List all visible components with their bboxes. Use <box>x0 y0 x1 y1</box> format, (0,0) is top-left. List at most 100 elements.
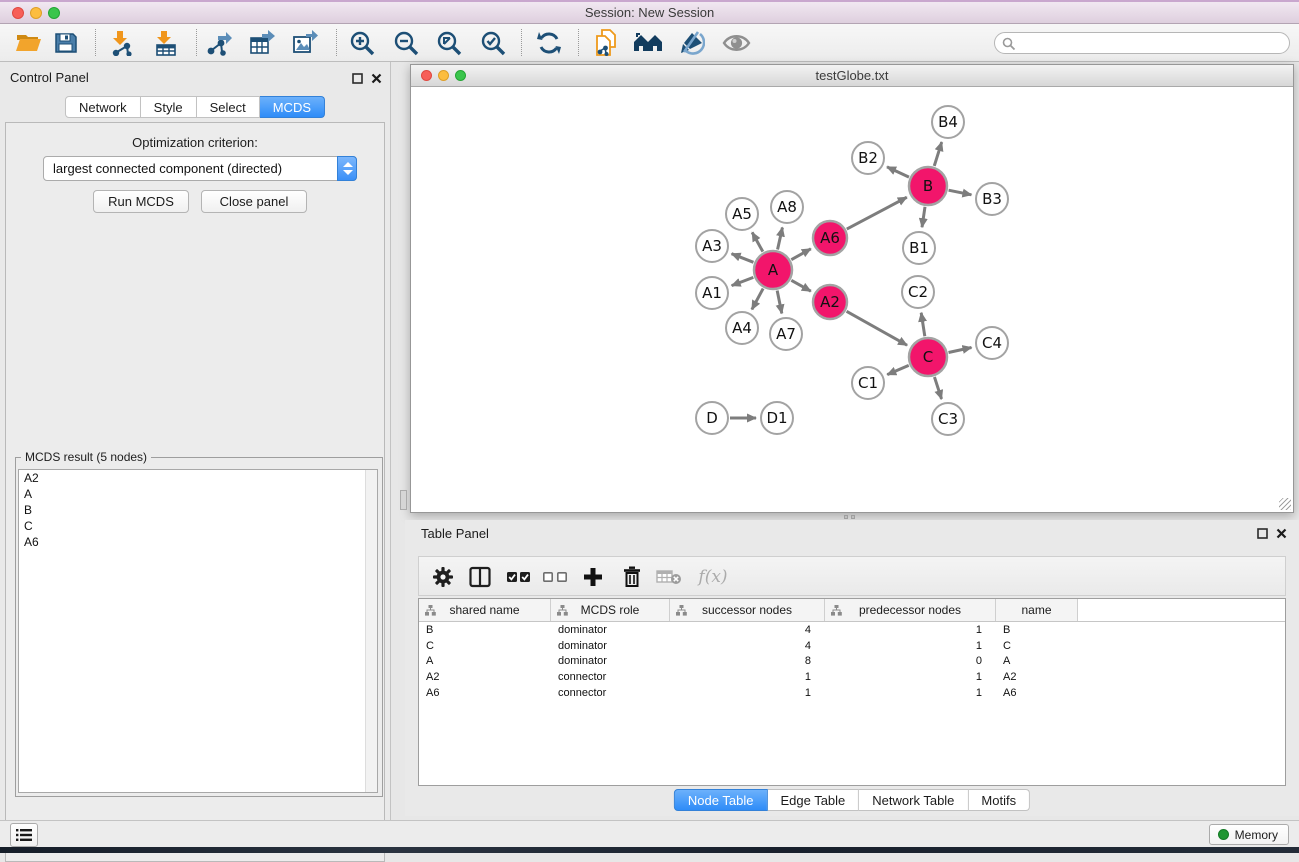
tab-select[interactable]: Select <box>197 96 260 118</box>
tab-style[interactable]: Style <box>141 96 197 118</box>
export-image-icon[interactable] <box>290 28 320 58</box>
column-header-successor-nodes[interactable]: successor nodes <box>670 599 825 621</box>
mcds-result-item[interactable]: C <box>19 518 377 534</box>
graph-node-A5[interactable]: A5 <box>726 198 758 230</box>
delete-column-icon[interactable] <box>616 561 648 593</box>
export-table-icon[interactable] <box>247 28 277 58</box>
graph-edge-B-B2[interactable] <box>887 167 909 177</box>
graph-node-A2[interactable]: A2 <box>813 285 847 319</box>
table-row[interactable]: Bdominator41B <box>419 622 1285 638</box>
graph-node-A1[interactable]: A1 <box>696 277 728 309</box>
criterion-select[interactable]: largest connected component (directed) <box>43 156 357 181</box>
graph-edge-A2-C[interactable] <box>847 311 908 345</box>
run-mcds-button[interactable]: Run MCDS <box>93 190 189 213</box>
tab-mcds[interactable]: MCDS <box>260 96 325 118</box>
splitter-handle-vertical[interactable] <box>400 490 407 510</box>
graph-node-B4[interactable]: B4 <box>932 106 964 138</box>
tab-node-table[interactable]: Node Table <box>674 789 768 811</box>
import-table-icon[interactable] <box>151 28 181 58</box>
delete-table-icon[interactable] <box>653 561 685 593</box>
network-graph[interactable]: A A1 A3A5 A8 A6 A2 A4 A7 B B2 B4 B3 B1 C2 C C4 C1 C3 D D1 <box>411 87 1293 512</box>
node-table[interactable]: shared name MCDS role successor nodes pr… <box>418 598 1286 786</box>
graph-node-C3[interactable]: C3 <box>932 403 964 435</box>
graph-node-B2[interactable]: B2 <box>852 142 884 174</box>
graph-node-A6[interactable]: A6 <box>813 221 847 255</box>
graph-edge-C-C2[interactable] <box>921 313 925 336</box>
graph-node-B[interactable]: B <box>909 167 947 205</box>
graph-node-A8[interactable]: A8 <box>771 191 803 223</box>
toggle-panel-columns-icon[interactable] <box>464 561 496 593</box>
tab-network[interactable]: Network <box>65 96 141 118</box>
graph-node-D[interactable]: D <box>696 402 728 434</box>
column-header-predecessor-nodes[interactable]: predecessor nodes <box>825 599 996 621</box>
search-input[interactable] <box>994 32 1290 54</box>
show-graphics-details-icon[interactable] <box>721 28 751 58</box>
zoom-fit-icon[interactable] <box>434 28 464 58</box>
graph-edge-A-A8[interactable] <box>778 227 783 249</box>
graph-edge-A-A4[interactable] <box>752 289 763 310</box>
mcds-result-item[interactable]: B <box>19 502 377 518</box>
network-canvas[interactable]: A A1 A3A5 A8 A6 A2 A4 A7 B B2 B4 B3 B1 C2 C C4 C1 C3 D D1 <box>411 87 1293 512</box>
network-window-titlebar[interactable]: testGlobe.txt <box>411 65 1293 87</box>
graph-node-A[interactable]: A <box>754 251 792 289</box>
deselect-all-rows-icon[interactable] <box>539 561 571 593</box>
tab-network-table[interactable]: Network Table <box>859 789 968 811</box>
graph-node-A7[interactable]: A7 <box>770 318 802 350</box>
graph-node-A3[interactable]: A3 <box>696 230 728 262</box>
graph-edge-C-C3[interactable] <box>934 377 941 399</box>
new-network-from-selection-icon[interactable] <box>593 28 623 58</box>
memory-button[interactable]: Memory <box>1209 824 1289 845</box>
window-resize-grip[interactable] <box>1279 498 1291 510</box>
function-builder-icon[interactable]: f(x) <box>691 561 735 593</box>
tab-motifs[interactable]: Motifs <box>968 789 1030 811</box>
graph-edge-A-A1[interactable] <box>732 277 754 285</box>
graph-node-D1[interactable]: D1 <box>761 402 793 434</box>
save-session-icon[interactable] <box>51 28 81 58</box>
graph-edge-B-B3[interactable] <box>949 190 972 195</box>
result-scrollbar[interactable] <box>365 470 377 792</box>
column-header-mcds-role[interactable]: MCDS role <box>551 599 670 621</box>
splitter-handle-horizontal[interactable] <box>844 515 855 519</box>
import-network-icon[interactable] <box>107 28 137 58</box>
float-panel-icon[interactable] <box>350 71 364 85</box>
zoom-selected-icon[interactable] <box>478 28 508 58</box>
graph-node-C[interactable]: C <box>909 338 947 376</box>
table-row[interactable]: Adominator80A <box>419 653 1285 669</box>
graph-node-B1[interactable]: B1 <box>903 232 935 264</box>
refresh-icon[interactable] <box>534 28 564 58</box>
graph-node-C4[interactable]: C4 <box>976 327 1008 359</box>
table-float-panel-icon[interactable] <box>1255 526 1269 540</box>
tab-edge-table[interactable]: Edge Table <box>767 789 859 811</box>
close-panel-button[interactable]: Close panel <box>201 190 307 213</box>
graph-edge-A-A2[interactable] <box>791 280 811 291</box>
export-network-icon[interactable] <box>204 28 234 58</box>
reset-view-icon[interactable] <box>633 28 663 58</box>
table-row[interactable]: A2connector11A2 <box>419 669 1285 685</box>
hide-annotations-icon[interactable] <box>676 28 706 58</box>
table-close-panel-icon[interactable] <box>1274 526 1288 540</box>
graph-edge-A-A3[interactable] <box>732 254 754 263</box>
graph-node-C2[interactable]: C2 <box>902 276 934 308</box>
graph-edge-A6-B[interactable] <box>847 197 907 229</box>
column-header-shared-name[interactable]: shared name <box>419 599 551 621</box>
select-all-rows-icon[interactable] <box>503 561 535 593</box>
mcds-result-item[interactable]: A2 <box>19 470 377 486</box>
column-settings-gear-icon[interactable] <box>427 561 459 593</box>
graph-edge-A-A5[interactable] <box>752 232 763 251</box>
mcds-result-list[interactable]: A2ABCA6 <box>18 469 378 793</box>
task-history-button[interactable] <box>10 823 38 847</box>
close-panel-icon[interactable] <box>369 71 383 85</box>
graph-node-B3[interactable]: B3 <box>976 183 1008 215</box>
table-row[interactable]: A6connector11A6 <box>419 685 1285 701</box>
graph-edge-C-C4[interactable] <box>949 347 972 352</box>
mcds-result-item[interactable]: A6 <box>19 534 377 550</box>
graph-edge-B-B1[interactable] <box>922 207 925 227</box>
graph-edge-B-B4[interactable] <box>934 142 941 166</box>
graph-node-C1[interactable]: C1 <box>852 367 884 399</box>
graph-node-A4[interactable]: A4 <box>726 312 758 344</box>
mcds-result-item[interactable]: A <box>19 486 377 502</box>
graph-edge-C-C1[interactable] <box>887 365 908 374</box>
table-row[interactable]: Cdominator41C <box>419 638 1285 654</box>
graph-edge-A-A6[interactable] <box>791 249 811 260</box>
graph-edge-A-A7[interactable] <box>777 291 782 314</box>
